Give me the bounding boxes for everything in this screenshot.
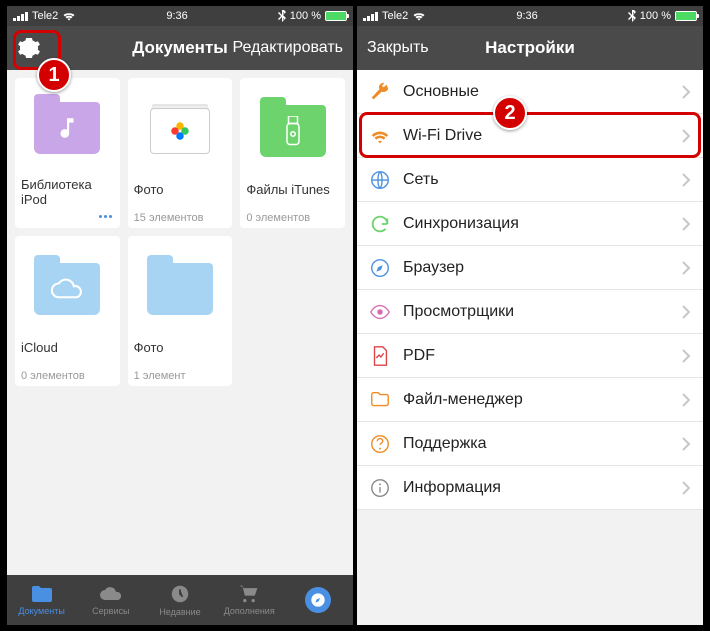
settings-row-info[interactable]: Информация [357, 466, 703, 510]
tile-name: Файлы iTunes [246, 182, 339, 212]
settings-row-label: Основные [403, 83, 669, 101]
edit-button[interactable]: Редактировать [232, 39, 343, 57]
tab-services[interactable]: Сервисы [76, 575, 145, 625]
photos-icon [165, 116, 195, 146]
folder-tile[interactable]: Фото 15 элементов [128, 78, 233, 228]
tile-name: Фото [134, 340, 227, 370]
settings-row-label: Поддержка [403, 435, 669, 453]
folder-tile[interactable]: Библиотека iPod [15, 78, 120, 228]
cart-icon [238, 584, 260, 604]
tile-name: Фото [134, 182, 227, 212]
folderline-icon [369, 389, 391, 411]
tab-documents[interactable]: Документы [7, 575, 76, 625]
settings-list: Основные Wi-Fi Drive 2 Сеть Синхронизаци… [357, 70, 703, 625]
clock-icon [169, 583, 191, 605]
settings-row-label: Синхронизация [403, 215, 669, 233]
wifi-icon [412, 11, 426, 21]
folder-icon [30, 584, 54, 604]
globe-icon [369, 169, 391, 191]
chevron-right-icon [681, 128, 691, 144]
settings-row-label: Файл-менеджер [403, 391, 669, 409]
settings-button[interactable] [17, 36, 41, 60]
chevron-right-icon [681, 260, 691, 276]
folder-tile[interactable]: Фото 1 элемент [128, 236, 233, 386]
tile-count: 15 элементов [134, 212, 204, 224]
settings-row-wrench[interactable]: Основные [357, 70, 703, 114]
chevron-right-icon [681, 84, 691, 100]
settings-row-globe[interactable]: Сеть [357, 158, 703, 202]
chevron-right-icon [681, 392, 691, 408]
settings-screen: Tele2 9:36 100 % Закрыть Настройки Основ… [357, 6, 703, 625]
folder-tile[interactable]: Файлы iTunes 0 элементов [240, 78, 345, 228]
gear-icon [17, 36, 41, 60]
folder-tile[interactable]: iCloud 0 элементов [15, 236, 120, 386]
music-icon [34, 102, 100, 154]
signal-icon [13, 11, 28, 21]
settings-row-label: Сеть [403, 171, 669, 189]
settings-row-label: Просмотрщики [403, 303, 669, 321]
settings-row-label: Wi-Fi Drive [403, 127, 669, 145]
tab-recent[interactable]: Недавние [145, 575, 214, 625]
bluetooth-icon [628, 10, 636, 22]
compass-icon [305, 587, 331, 613]
info-icon [369, 477, 391, 499]
tile-count: 0 элементов [21, 370, 85, 382]
wifi-icon [62, 11, 76, 21]
tile-count: 1 элемент [134, 370, 186, 382]
tab-addons[interactable]: Дополнения [215, 575, 284, 625]
settings-row-compass[interactable]: Браузер [357, 246, 703, 290]
settings-row-eye[interactable]: Просмотрщики [357, 290, 703, 334]
chevron-right-icon [681, 304, 691, 320]
settings-row-folderline[interactable]: Файл-менеджер [357, 378, 703, 422]
tile-name: Библиотека iPod [21, 177, 114, 208]
pdf-icon [369, 345, 391, 367]
chevron-right-icon [681, 172, 691, 188]
status-bar: Tele2 9:36 100 % [7, 6, 353, 26]
carrier: Tele2 [32, 10, 58, 22]
documents-grid: Библиотека iPod Фото 15 элементов [7, 70, 353, 575]
battery-icon [325, 11, 347, 21]
tab-bar: Документы Сервисы Недавние Дополнения [7, 575, 353, 625]
settings-row-pdf[interactable]: PDF [357, 334, 703, 378]
settings-row-sync[interactable]: Синхронизация [357, 202, 703, 246]
tile-name: iCloud [21, 340, 114, 370]
compass-icon [369, 257, 391, 279]
settings-row-label: Информация [403, 479, 669, 497]
chevron-right-icon [681, 348, 691, 364]
clock: 9:36 [166, 10, 187, 22]
usb-icon [260, 105, 326, 157]
callout-number-2: 2 [493, 96, 527, 130]
settings-row-wifi[interactable]: Wi-Fi Drive 2 [357, 114, 703, 158]
tab-browser[interactable] [284, 575, 353, 625]
eye-icon [369, 301, 391, 323]
documents-screen: Tele2 9:36 100 % Документы Редактировать… [7, 6, 353, 625]
navbar: Закрыть Настройки [357, 26, 703, 70]
signal-icon [363, 11, 378, 21]
question-icon [369, 433, 391, 455]
settings-row-question[interactable]: Поддержка [357, 422, 703, 466]
chevron-right-icon [681, 480, 691, 496]
close-button[interactable]: Закрыть [367, 39, 429, 57]
sync-icon [369, 213, 391, 235]
more-icon[interactable] [98, 208, 114, 224]
battery-pct: 100 % [290, 10, 321, 22]
wrench-icon [369, 81, 391, 103]
settings-row-label: PDF [403, 347, 669, 365]
settings-row-label: Браузер [403, 259, 669, 277]
chevron-right-icon [681, 436, 691, 452]
battery-icon [675, 11, 697, 21]
cloud-icon [34, 263, 100, 315]
tile-count: 0 элементов [246, 212, 310, 224]
wifi-icon [369, 125, 391, 147]
page-title: Настройки [485, 38, 575, 58]
callout-number-1: 1 [37, 58, 71, 92]
bluetooth-icon [278, 10, 286, 22]
chevron-right-icon [681, 216, 691, 232]
status-bar: Tele2 9:36 100 % [357, 6, 703, 26]
cloud-icon [99, 584, 123, 604]
page-title: Документы [132, 38, 228, 58]
